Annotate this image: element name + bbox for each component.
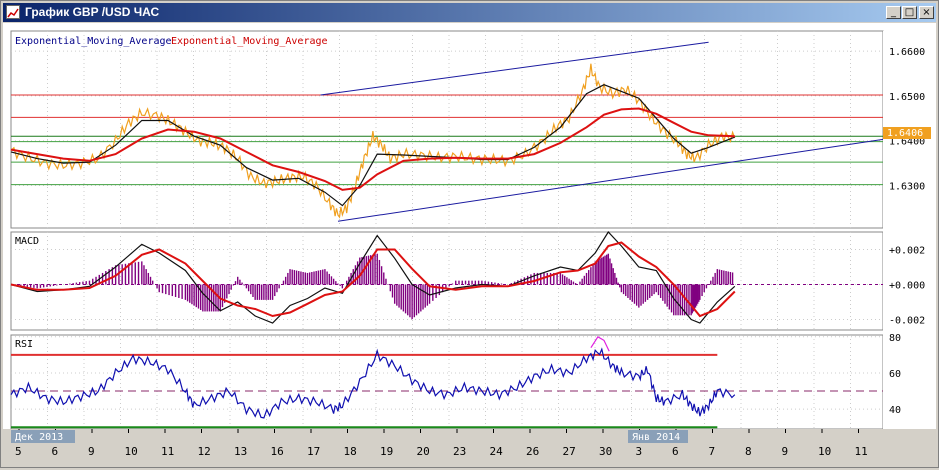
- last-price-text: 1.6406: [887, 128, 923, 139]
- x-tick-label: 26: [526, 445, 539, 458]
- y-tick-label: -0.002: [889, 316, 925, 327]
- x-tick-label: 30: [599, 445, 612, 458]
- y-tick-label: 60: [889, 369, 901, 380]
- x-tick-label: 10: [818, 445, 831, 458]
- x-tick-label: 27: [563, 445, 576, 458]
- y-tick-label: +0.002: [889, 246, 925, 257]
- window-title: График GBP /USD ЧАС: [25, 5, 160, 19]
- title-bar[interactable]: График GBP /USD ЧАС _ □ ×: [3, 3, 936, 22]
- minimize-button[interactable]: _: [886, 6, 901, 19]
- x-tick-label: 16: [271, 445, 284, 458]
- x-tick-label: 9: [88, 445, 95, 458]
- macd-label: MACD: [15, 236, 39, 247]
- x-tick-label: 11: [855, 445, 868, 458]
- x-tick-label: 8: [745, 445, 752, 458]
- y-tick-label: 40: [889, 405, 901, 416]
- y-tick-label: 1.6300: [889, 181, 925, 192]
- legend-ema-slow: Exponential_Moving_Average: [171, 36, 328, 47]
- month-marker-dec-text: Дек 2013: [15, 432, 63, 443]
- x-tick-label: 5: [15, 445, 22, 458]
- y-tick-label: 1.6500: [889, 92, 925, 103]
- x-tick-label: 20: [417, 445, 430, 458]
- x-tick-label: 6: [672, 445, 679, 458]
- chart-area[interactable]: 1.6600 1.6500 1.6400 1.6300 +0.002 +0.000 -0.0…: [3, 23, 936, 465]
- x-tick-label: 17: [307, 445, 320, 458]
- chart-canvas[interactable]: 1.66001.65001.64001.6300+0.002+0.000-0.0…: [3, 23, 936, 465]
- x-tick-label: 6: [52, 445, 59, 458]
- x-tick-label: 13: [234, 445, 247, 458]
- month-marker-jan-text: Янв 2014: [632, 432, 680, 443]
- x-tick-label: 18: [344, 445, 357, 458]
- close-button[interactable]: ×: [919, 6, 934, 19]
- x-tick-label: 12: [198, 445, 211, 458]
- x-tick-label: 19: [380, 445, 393, 458]
- y-tick-label: 1.6600: [889, 47, 925, 58]
- chart-window: График GBP /USD ЧАС _ □ × 1.6600 1.6500 1.…: [0, 0, 939, 468]
- rsi-panel[interactable]: [10, 334, 884, 430]
- price-panel[interactable]: [10, 30, 884, 229]
- rsi-label: RSI: [15, 339, 33, 350]
- x-tick-label: 24: [490, 445, 504, 458]
- x-tick-label: 11: [161, 445, 174, 458]
- time-axis: [3, 429, 936, 465]
- x-tick-label: 7: [709, 445, 716, 458]
- y-tick-label: +0.000: [889, 281, 925, 292]
- maximize-button[interactable]: □: [902, 6, 917, 19]
- x-tick-label: 23: [453, 445, 466, 458]
- y-tick-label: 80: [889, 333, 901, 344]
- chart-app-icon: [6, 5, 20, 19]
- x-tick-label: 10: [125, 445, 138, 458]
- x-tick-label: 3: [636, 445, 643, 458]
- legend-ema-fast: Exponential_Moving_Average: [15, 36, 172, 47]
- x-tick-label: 9: [782, 445, 789, 458]
